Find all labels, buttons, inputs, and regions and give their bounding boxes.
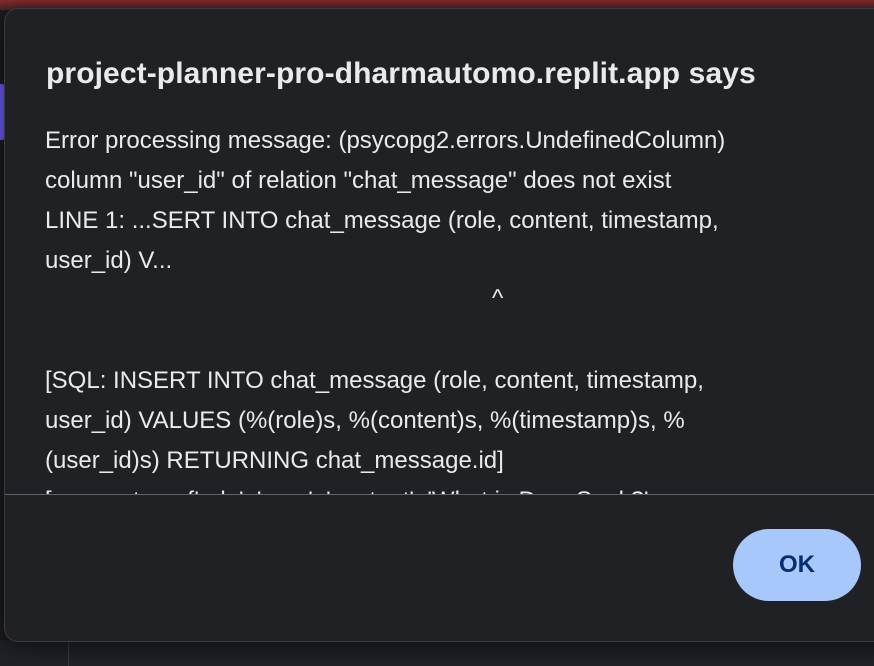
- message-line: column "user_id" of relation "chat_messa…: [45, 167, 672, 194]
- ok-button[interactable]: OK: [733, 529, 861, 601]
- message-line: Error processing message: (psycopg2.erro…: [45, 127, 726, 154]
- message-line: LINE 1: ...SERT INTO chat_message (role,…: [45, 207, 719, 234]
- background-divider: [68, 640, 69, 666]
- message-line: user_id) VALUES (%(role)s, %(content)s, …: [45, 407, 685, 434]
- message-line: [SQL: INSERT INTO chat_message (role, co…: [45, 367, 704, 394]
- alert-dialog: project-planner-pro-dharmautomo.replit.a…: [4, 8, 874, 642]
- message-line: user_id) V...: [45, 247, 173, 274]
- message-line: [parameters: {'role': 'user', 'content':…: [45, 481, 655, 494]
- message-line-caret: ^: [492, 285, 504, 312]
- background-footer: [0, 640, 874, 666]
- dialog-message: Error processing message: (psycopg2.erro…: [45, 117, 845, 494]
- message-line: (user_id)s) RETURNING chat_message.id]: [45, 447, 504, 474]
- dialog-title: project-planner-pro-dharmautomo.replit.a…: [46, 57, 756, 90]
- dialog-separator: [5, 494, 874, 495]
